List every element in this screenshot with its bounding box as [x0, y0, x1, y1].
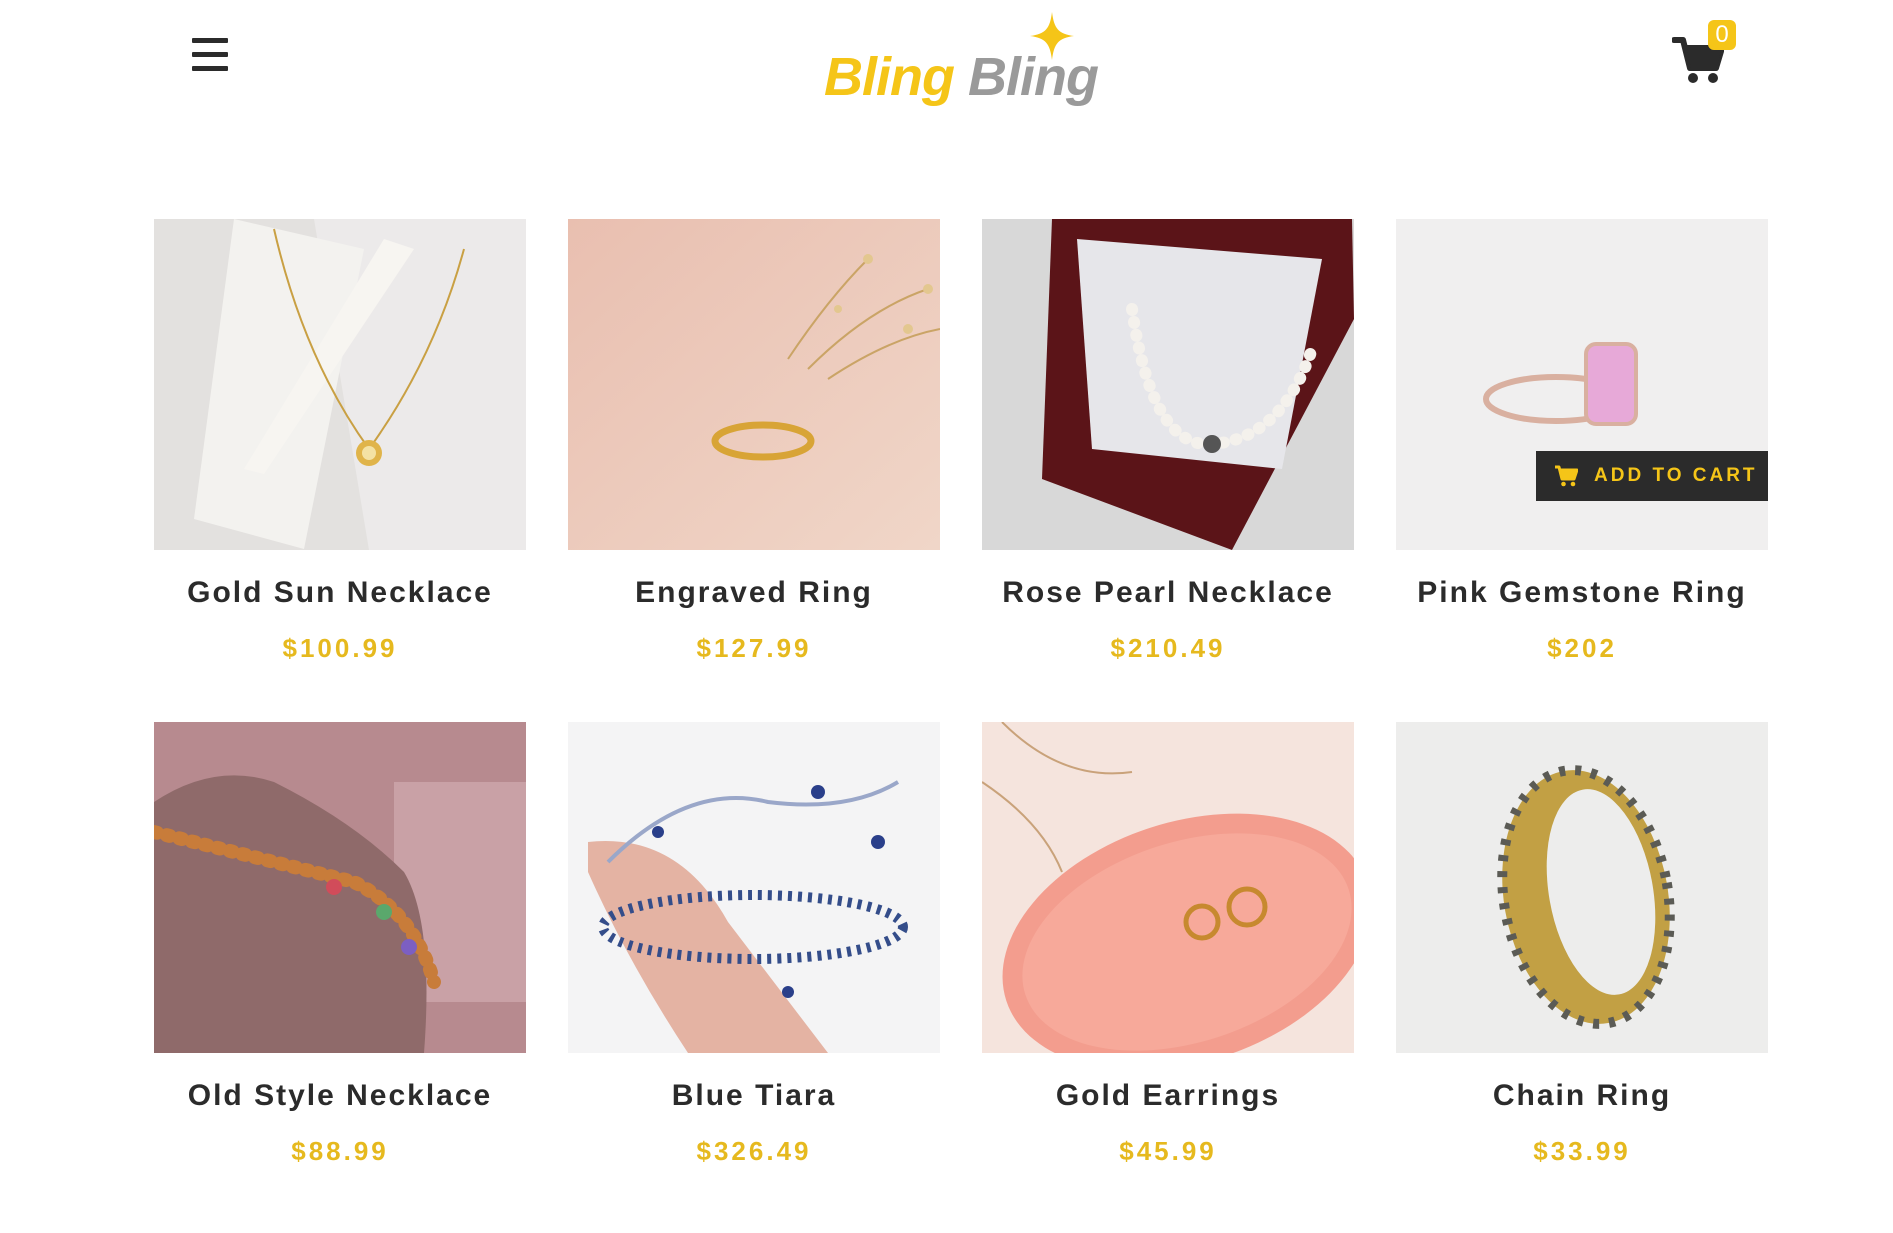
- product-price: $100.99: [282, 633, 398, 663]
- product-image[interactable]: [154, 722, 526, 1053]
- menu-bar-top: [192, 38, 228, 43]
- product-name[interactable]: Pink Gemstone Ring: [1396, 576, 1768, 610]
- product-price: $326.49: [696, 1136, 812, 1166]
- site-header: Bling Bling 0: [0, 0, 1893, 130]
- product-image[interactable]: [982, 219, 1354, 550]
- menu-bar-middle: [192, 52, 228, 57]
- product-name[interactable]: Old Style Necklace: [154, 1079, 526, 1113]
- product-image[interactable]: [568, 722, 940, 1053]
- product-card[interactable]: Gold Sun Necklace $100.99: [154, 219, 526, 689]
- product-card[interactable]: Engraved Ring $127.99: [568, 219, 940, 689]
- menu-bar-bottom: [192, 66, 228, 71]
- product-name[interactable]: Chain Ring: [1396, 1079, 1768, 1113]
- product-image[interactable]: [568, 219, 940, 550]
- product-card[interactable]: Rose Pearl Necklace $210.49: [982, 219, 1354, 689]
- product-card[interactable]: Gold Earrings $45.99: [982, 722, 1354, 1192]
- product-price: $127.99: [696, 633, 812, 663]
- product-price: $33.99: [1533, 1136, 1631, 1166]
- add-to-cart-label: ADD TO CART: [1594, 465, 1758, 486]
- product-price: $210.49: [1110, 633, 1226, 663]
- product-name[interactable]: Rose Pearl Necklace: [982, 576, 1354, 610]
- logo-word-1: Bling: [824, 47, 955, 107]
- add-to-cart-button[interactable]: ADD TO CART: [1536, 451, 1768, 501]
- brand-logo[interactable]: Bling Bling: [820, 8, 1099, 108]
- product-price: $45.99: [1119, 1136, 1217, 1166]
- product-image[interactable]: [154, 219, 526, 550]
- product-card[interactable]: ADD TO CART Pink Gemstone Ring $202: [1396, 219, 1768, 689]
- sparkle-star-icon: [1030, 12, 1074, 60]
- product-card[interactable]: Blue Tiara $326.49: [568, 722, 940, 1192]
- product-card[interactable]: Chain Ring $33.99: [1396, 722, 1768, 1192]
- product-price: $202: [1547, 633, 1617, 663]
- cart-icon: [1555, 465, 1578, 487]
- hamburger-menu-icon[interactable]: [190, 36, 230, 76]
- product-name[interactable]: Blue Tiara: [568, 1079, 940, 1113]
- product-name[interactable]: Gold Earrings: [982, 1079, 1354, 1113]
- product-name[interactable]: Gold Sun Necklace: [154, 576, 526, 610]
- product-price: $88.99: [291, 1136, 389, 1166]
- cart-count-badge: 0: [1708, 20, 1736, 50]
- product-image[interactable]: [1396, 722, 1768, 1053]
- product-name[interactable]: Engraved Ring: [568, 576, 940, 610]
- product-card[interactable]: Old Style Necklace $88.99: [154, 722, 526, 1192]
- product-image[interactable]: [982, 722, 1354, 1053]
- cart-button[interactable]: 0: [1672, 20, 1742, 83]
